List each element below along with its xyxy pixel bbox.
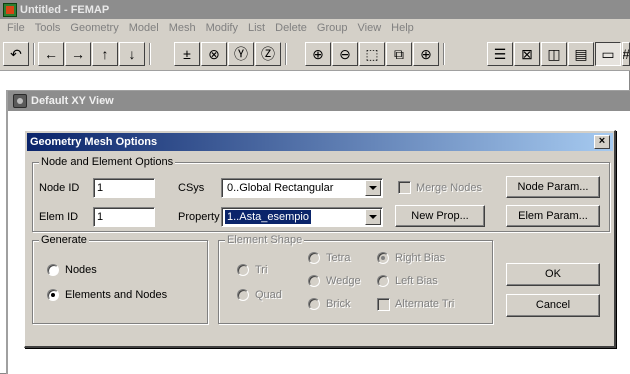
brick-radio[interactable]: [308, 298, 320, 310]
ok-button[interactable]: OK: [506, 263, 600, 286]
toolbar-separator: [285, 43, 287, 65]
elements-and-nodes-radio[interactable]: [47, 289, 59, 301]
app-title-bar[interactable]: Untitled - FEMAP: [0, 0, 630, 19]
property-label: Property: [178, 211, 220, 223]
rotate-x-icon[interactable]: ⊗: [201, 42, 227, 66]
view-title-bar[interactable]: Default XY View: [8, 91, 630, 111]
toolbar: ↶ ← → ↑ ↓ ± ⊗ Ⓨ Ⓩ ⊕ ⊖ ⬚ ⧉ ⊕ ☰ ⊠ ◫ ▤ ▭ #: [0, 37, 630, 71]
zoom-in-icon[interactable]: ⊕: [305, 42, 331, 66]
layers-icon[interactable]: ▤: [568, 42, 594, 66]
toolbar-separator: [33, 43, 35, 65]
rotate-z-icon[interactable]: Ⓩ: [255, 42, 281, 66]
elem-param-button[interactable]: Elem Param...: [506, 205, 600, 227]
tri-label: Tri: [255, 264, 268, 276]
quad-label: Quad: [255, 289, 282, 301]
menu-group[interactable]: Group: [312, 19, 353, 37]
property-dropdown[interactable]: 1..Asta_esempio: [221, 207, 383, 227]
group-label-generate: Generate: [39, 234, 89, 246]
center-icon[interactable]: ⊕: [413, 42, 439, 66]
menu-list[interactable]: List: [243, 19, 270, 37]
zoom-window-icon[interactable]: ⬚: [359, 42, 385, 66]
elements-and-nodes-radio-label: Elements and Nodes: [65, 289, 168, 301]
show-box-icon[interactable]: ⊠: [514, 42, 540, 66]
menu-mesh[interactable]: Mesh: [164, 19, 201, 37]
toolbar-separator: [443, 43, 445, 65]
quad-radio[interactable]: [237, 289, 249, 301]
dialog-title: Geometry Mesh Options: [30, 136, 158, 148]
generate-group: Generate: [32, 234, 208, 324]
tetra-radio[interactable]: [308, 252, 320, 264]
tetra-label: Tetra: [326, 252, 351, 264]
node-param-button[interactable]: Node Param...: [506, 176, 600, 198]
entity-list-icon[interactable]: ☰: [487, 42, 513, 66]
chevron-down-icon[interactable]: [365, 180, 381, 196]
merge-nodes-label: Merge Nodes: [416, 182, 483, 194]
brick-label: Brick: [326, 298, 351, 310]
node-id-field[interactable]: 1: [93, 178, 155, 198]
menu-geometry[interactable]: Geometry: [65, 19, 123, 37]
pan-right-icon[interactable]: →: [65, 42, 91, 66]
app-title: Untitled - FEMAP: [20, 3, 110, 16]
geometry-mesh-options-dialog: Geometry Mesh Options × Node and Element…: [24, 130, 616, 348]
rotate-y-icon[interactable]: Ⓨ: [228, 42, 254, 66]
rotate-plus-minus-icon[interactable]: ±: [174, 42, 200, 66]
csys-value: 0..Global Rectangular: [227, 182, 334, 194]
menu-delete[interactable]: Delete: [270, 19, 312, 37]
wedge-label: Wedge: [326, 275, 361, 287]
right-bias-radio[interactable]: [377, 252, 389, 264]
nodes-radio-label: Nodes: [65, 264, 97, 276]
left-bias-label: Left Bias: [395, 275, 438, 287]
elem-id-label: Elem ID: [39, 211, 79, 223]
menu-bar: File Tools Geometry Model Mesh Modify Li…: [0, 19, 630, 37]
node-id-label: Node ID: [39, 182, 80, 194]
left-bias-radio[interactable]: [377, 275, 389, 287]
merge-nodes-checkbox[interactable]: [398, 181, 411, 194]
wedge-radio[interactable]: [308, 275, 320, 287]
toolbar-separator: [149, 43, 151, 65]
femap-app-icon: [3, 2, 17, 17]
app-window: Untitled - FEMAP File Tools Geometry Mod…: [0, 0, 630, 374]
csys-dropdown[interactable]: 0..Global Rectangular: [221, 178, 383, 198]
pan-up-icon[interactable]: ↑: [92, 42, 118, 66]
dialog-title-bar[interactable]: Geometry Mesh Options ×: [27, 133, 613, 151]
pan-left-icon[interactable]: ←: [38, 42, 64, 66]
right-bias-label: Right Bias: [395, 252, 446, 264]
menu-modify[interactable]: Modify: [201, 19, 243, 37]
csys-label: CSys: [178, 182, 205, 194]
chevron-down-icon[interactable]: [365, 209, 381, 225]
undo-icon[interactable]: ↶: [3, 42, 29, 66]
alternate-tri-label: Alternate Tri: [395, 298, 455, 310]
group-label-node-element: Node and Element Options: [39, 156, 176, 168]
menu-tools[interactable]: Tools: [30, 19, 66, 37]
property-value: 1..Asta_esempio: [225, 210, 311, 224]
zoom-out-icon[interactable]: ⊖: [332, 42, 358, 66]
alternate-tri-checkbox[interactable]: [377, 298, 390, 311]
menu-view[interactable]: View: [353, 19, 387, 37]
grid-icon[interactable]: #: [622, 42, 630, 66]
solid-view-icon[interactable]: ◫: [541, 42, 567, 66]
elem-id-field[interactable]: 1: [93, 207, 155, 227]
menu-help[interactable]: Help: [386, 19, 419, 37]
pan-down-icon[interactable]: ↓: [119, 42, 145, 66]
close-icon[interactable]: ×: [594, 135, 610, 149]
tri-radio[interactable]: [237, 264, 249, 276]
autoscale-icon[interactable]: ⧉: [386, 42, 412, 66]
menu-file[interactable]: File: [2, 19, 30, 37]
view-title: Default XY View: [31, 95, 114, 107]
cancel-button[interactable]: Cancel: [506, 294, 600, 317]
view-icon: [13, 94, 27, 108]
menu-model[interactable]: Model: [124, 19, 164, 37]
group-label-element-shape: Element Shape: [225, 234, 305, 246]
nodes-radio[interactable]: [47, 264, 59, 276]
window-icon[interactable]: ▭: [595, 42, 621, 66]
new-prop-button[interactable]: New Prop...: [395, 205, 485, 227]
